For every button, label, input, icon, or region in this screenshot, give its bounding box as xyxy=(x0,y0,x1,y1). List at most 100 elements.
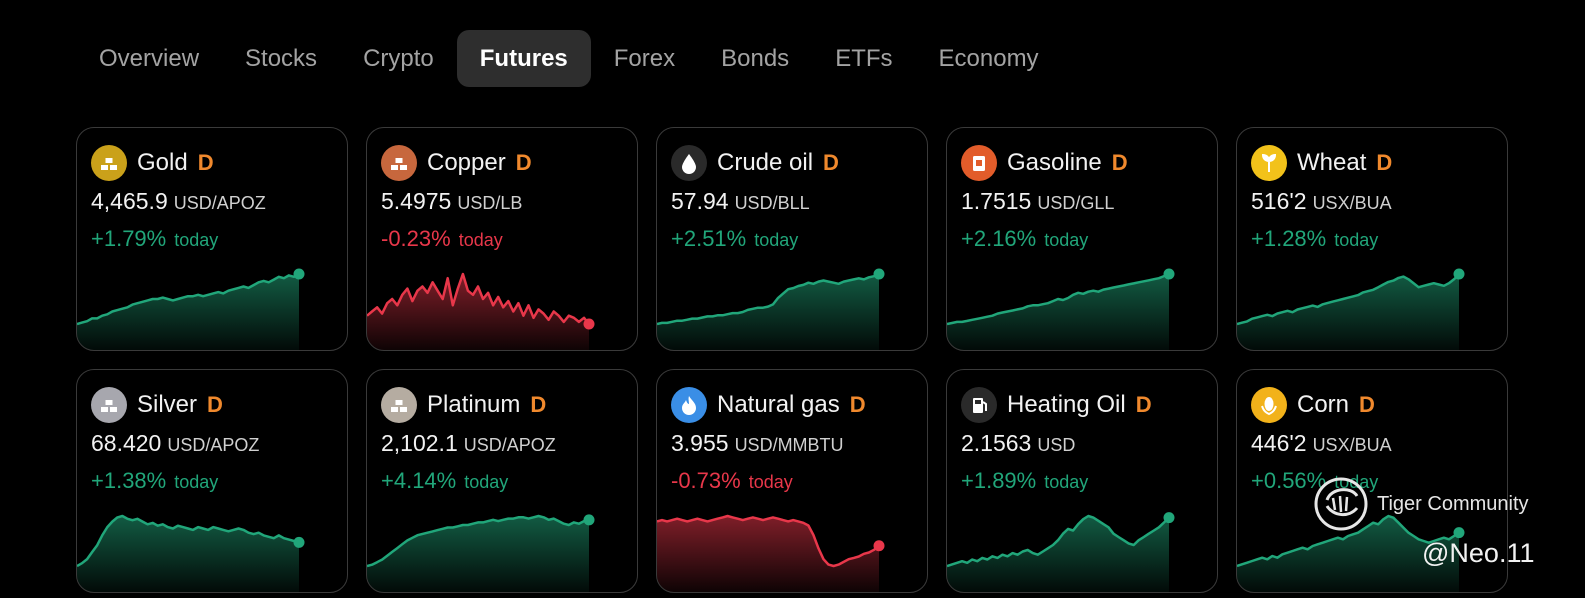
price-row: 57.94 USD/BLL xyxy=(671,188,810,215)
watermark-handle: @Neo.11 xyxy=(1422,538,1535,568)
card-header: Natural gas D xyxy=(671,387,866,423)
price-value: 446'2 xyxy=(1251,430,1307,456)
delay-badge: D xyxy=(530,392,547,417)
change-row: -0.23% today xyxy=(381,226,503,252)
fuel-pump-icon xyxy=(961,387,997,423)
price-unit: USD/MMBTU xyxy=(734,435,844,455)
delay-badge: D xyxy=(1135,392,1152,417)
futures-card[interactable]: Platinum D 2,102.1 USD/APOZ +4.14% today xyxy=(366,369,638,593)
sparkline-last-point xyxy=(873,540,885,552)
price-value: 5.4975 xyxy=(381,188,452,214)
tab-bonds[interactable]: Bonds xyxy=(698,30,812,87)
change-row: +4.14% today xyxy=(381,468,508,494)
price-row: 68.420 USD/APOZ xyxy=(91,430,259,457)
commodity-name: Natural gas xyxy=(717,391,840,418)
delay-badge: D xyxy=(515,150,532,175)
futures-card[interactable]: Copper D 5.4975 USD/LB -0.23% today xyxy=(366,127,638,351)
sparkline-area xyxy=(947,516,1169,592)
tab-overview[interactable]: Overview xyxy=(76,30,222,87)
sparkline-chart xyxy=(657,514,885,592)
delay-badge: D xyxy=(1111,150,1128,175)
change-percent: +1.38% xyxy=(91,468,167,493)
change-row: +2.16% today xyxy=(961,226,1088,252)
change-period: today xyxy=(1044,472,1089,492)
sparkline-last-point xyxy=(1163,512,1175,524)
tab-economy[interactable]: Economy xyxy=(916,30,1062,87)
futures-card[interactable]: Gold D 4,465.9 USD/APOZ +1.79% today xyxy=(76,127,348,351)
commodity-name: Platinum xyxy=(427,391,521,418)
sparkline-last-point xyxy=(583,514,595,526)
sparkline-area xyxy=(947,274,1169,350)
delay-badge: D xyxy=(197,150,214,175)
change-period: today xyxy=(464,472,509,492)
change-percent: -0.73% xyxy=(671,468,741,493)
platinum-bars-icon xyxy=(381,387,417,423)
commodity-name: Gold xyxy=(137,149,188,176)
commodity-name: Wheat xyxy=(1297,149,1367,176)
price-unit: USD/APOZ xyxy=(167,435,260,455)
sparkline-last-point xyxy=(873,268,885,280)
card-header: Heating Oil D xyxy=(961,387,1152,423)
sparkline-chart xyxy=(367,272,595,350)
price-unit: USD/GLL xyxy=(1037,193,1115,213)
futures-card[interactable]: Crude oil D 57.94 USD/BLL +2.51% today xyxy=(656,127,928,351)
price-value: 2,102.1 xyxy=(381,430,458,456)
oil-drop-icon xyxy=(671,145,707,181)
change-row: -0.73% today xyxy=(671,468,793,494)
delay-badge: D xyxy=(207,392,223,417)
change-period: today xyxy=(174,230,219,250)
change-percent: -0.23% xyxy=(381,226,451,251)
price-row: 2.1563 USD xyxy=(961,430,1075,457)
commodity-name: Heating Oil xyxy=(1007,391,1126,418)
card-header: Silver D xyxy=(91,387,223,423)
card-header: Gasoline D xyxy=(961,145,1128,181)
price-unit: USD/APOZ xyxy=(173,193,266,213)
sparkline-chart xyxy=(367,514,595,592)
change-period: today xyxy=(754,230,799,250)
price-value: 57.94 xyxy=(671,188,729,214)
price-value: 2.1563 xyxy=(961,430,1032,456)
card-header: Crude oil D xyxy=(671,145,839,181)
sparkline-area xyxy=(657,516,879,592)
flame-icon xyxy=(671,387,707,423)
card-header: Copper D xyxy=(381,145,532,181)
card-header: Wheat D xyxy=(1251,145,1392,181)
commodity-name: Silver xyxy=(137,391,198,418)
card-header: Corn D xyxy=(1251,387,1375,423)
futures-card[interactable]: Heating Oil D 2.1563 USD +1.89% today xyxy=(946,369,1218,593)
wheat-icon xyxy=(1251,145,1287,181)
price-unit: USX/BUA xyxy=(1312,435,1392,455)
delay-badge: D xyxy=(823,150,839,175)
corn-icon xyxy=(1251,387,1287,423)
commodity-name: Corn xyxy=(1297,391,1350,418)
sparkline-last-point xyxy=(1163,268,1175,280)
change-row: +1.38% today xyxy=(91,468,218,494)
sparkline-chart xyxy=(77,268,305,350)
price-row: 2,102.1 USD/APOZ xyxy=(381,430,556,457)
sparkline-chart xyxy=(657,268,885,350)
tab-stocks[interactable]: Stocks xyxy=(222,30,340,87)
futures-card[interactable]: Natural gas D 3.955 USD/MMBTU -0.73% today xyxy=(656,369,928,593)
tab-etfs[interactable]: ETFs xyxy=(812,30,915,87)
tab-forex[interactable]: Forex xyxy=(591,30,698,87)
tab-crypto[interactable]: Crypto xyxy=(340,30,457,87)
futures-card[interactable]: Silver D 68.420 USD/APOZ +1.38% today xyxy=(76,369,348,593)
commodity-name: Crude oil xyxy=(717,149,814,176)
sparkline-chart xyxy=(77,514,305,592)
change-period: today xyxy=(748,472,793,492)
tab-futures[interactable]: Futures xyxy=(456,30,591,87)
price-row: 516'2 USX/BUA xyxy=(1251,188,1392,215)
watermark: Tiger Community xyxy=(1313,476,1529,532)
sparkline-area xyxy=(657,274,879,350)
change-period: today xyxy=(1044,230,1089,250)
sparkline-last-point xyxy=(583,318,595,330)
change-row: +1.79% today xyxy=(91,226,218,252)
futures-card[interactable]: Wheat D 516'2 USX/BUA +1.28% today xyxy=(1236,127,1508,351)
sparkline-chart xyxy=(947,512,1175,592)
price-unit: USD xyxy=(1037,435,1076,455)
futures-card[interactable]: Gasoline D 1.7515 USD/GLL +2.16% today xyxy=(946,127,1218,351)
gold-bars-icon xyxy=(91,145,127,181)
price-value: 68.420 xyxy=(91,430,162,456)
change-percent: +2.51% xyxy=(671,226,747,251)
sparkline-last-point xyxy=(1453,268,1465,280)
